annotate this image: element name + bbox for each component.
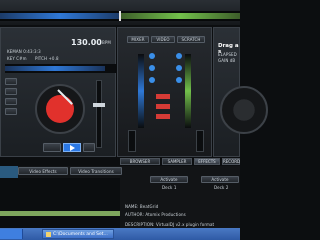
- deck-right-gain: GAIN dB: [218, 58, 236, 63]
- activate-right-button[interactable]: Activate: [201, 176, 239, 183]
- effects-panel: Video Effects Video Transitions Activate…: [0, 166, 240, 228]
- right-knob-low[interactable]: [176, 77, 182, 83]
- pitch-slider[interactable]: [93, 80, 105, 148]
- deck-left-song: KEMAN 0:43:3:3: [7, 49, 41, 54]
- start-button[interactable]: [0, 229, 23, 239]
- folder-icon: [46, 232, 51, 237]
- left-volume-fader[interactable]: [128, 130, 136, 152]
- pitch-slider-handle[interactable]: [93, 103, 105, 107]
- waveform-center-marker: [119, 11, 121, 21]
- deck-left-label: Deck 1: [162, 185, 177, 190]
- tab-scratch[interactable]: SCRATCH: [177, 36, 205, 43]
- deck-left-waveform: [5, 64, 117, 73]
- deck-right-elapsed: ELAPSED: [218, 52, 237, 57]
- vu-meter-right: [185, 54, 191, 128]
- left-cue-button[interactable]: [156, 104, 170, 109]
- tab-record[interactable]: RECORD: [222, 158, 240, 165]
- left-knob-low[interactable]: [149, 77, 155, 83]
- vu-meter-left: [138, 54, 144, 128]
- effects-list-highlight: [0, 211, 120, 216]
- taskbar-item-label: C:\Documents and Set...: [53, 232, 108, 237]
- sync-button[interactable]: [83, 143, 95, 152]
- jog-wheel[interactable]: [35, 84, 85, 134]
- effects-list: [0, 178, 120, 228]
- tab-effects[interactable]: EFFECTS: [194, 158, 220, 165]
- tab-mixer[interactable]: MIXER: [127, 36, 149, 43]
- play-button[interactable]: [63, 143, 81, 152]
- deck-left-bpm: 130.00: [71, 38, 102, 47]
- play-icon: [70, 145, 75, 151]
- hot-cue-2-button[interactable]: [5, 98, 17, 105]
- tab-video-effects[interactable]: Video Effects: [18, 167, 68, 175]
- right-knob-high[interactable]: [176, 53, 182, 59]
- panel-accent: [0, 166, 18, 178]
- deck-left-bpm-label: BPM: [102, 40, 111, 45]
- plugin-name: NAME: BeatGrid: [125, 204, 159, 209]
- deck-left: KEMAN 0:43:3:3 KEY C#m PITCH +0.8 130.00…: [0, 27, 117, 157]
- cue-button[interactable]: [5, 78, 17, 85]
- waveform-left: [5, 66, 105, 71]
- taskbar-item[interactable]: C:\Documents and Set...: [42, 229, 114, 239]
- jog-wheel-right[interactable]: [220, 86, 268, 134]
- top-waveforms: [0, 11, 240, 21]
- left-eq-button[interactable]: [156, 114, 170, 119]
- deck-right: Drag a s ELAPSED GAIN dB: [213, 27, 268, 157]
- tab-video-transitions[interactable]: Video Transitions: [70, 167, 122, 175]
- right-knob-mid[interactable]: [176, 65, 182, 71]
- deck-right-label: Deck 2: [214, 185, 229, 190]
- left-kill-button[interactable]: [156, 94, 170, 99]
- waveform-left: [0, 13, 120, 19]
- waveform-right: [120, 13, 240, 19]
- tab-sampler[interactable]: SAMPLER: [162, 158, 192, 165]
- hot-cue-1-button[interactable]: [5, 88, 17, 95]
- plugin-author: AUTHOR: Atomix Productions: [125, 212, 186, 217]
- tab-browser[interactable]: BROWSER: [120, 158, 160, 165]
- hot-cue-3-button[interactable]: [5, 108, 17, 115]
- left-knob-mid[interactable]: [149, 65, 155, 71]
- left-knob-high[interactable]: [149, 53, 155, 59]
- deck-left-key: KEY C#m: [7, 56, 27, 61]
- cue-transport-button[interactable]: [43, 143, 61, 152]
- deck-left-pitch: PITCH +0.8: [35, 56, 59, 61]
- plugin-description: DESCRIPTION: VirtualDJ v2.x plugin forma…: [125, 222, 215, 227]
- mixer-panel: MIXER VIDEO SCRATCH: [117, 27, 212, 157]
- platter-label: [46, 95, 74, 123]
- right-volume-fader[interactable]: [196, 130, 204, 152]
- activate-left-button[interactable]: Activate: [150, 176, 188, 183]
- taskbar: C:\Documents and Set...: [0, 228, 240, 240]
- tab-video[interactable]: VIDEO: [151, 36, 175, 43]
